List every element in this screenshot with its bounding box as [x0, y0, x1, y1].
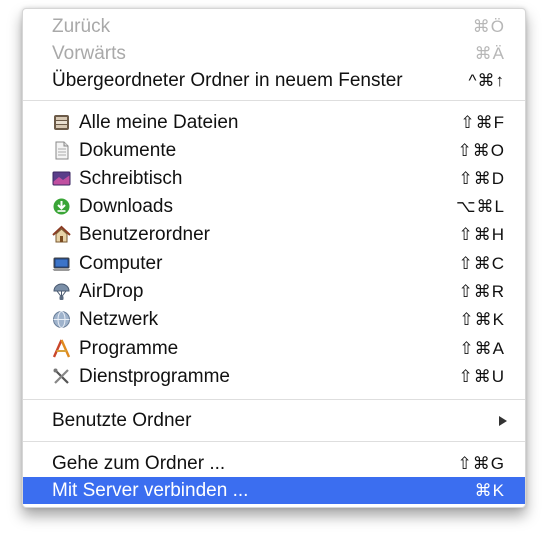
computer-icon	[52, 254, 71, 273]
menu-item-label: Zurück	[52, 15, 111, 37]
go-menu: Zurück ⌘Ö Vorwärts ⌘Ä Übergeordneter Ord…	[22, 8, 526, 508]
menu-item-airdrop[interactable]: AirDrop ⇧⌘R	[23, 278, 525, 305]
menu-item-recent-folders[interactable]: Benutzte Ordner	[23, 407, 525, 434]
menu-item-home[interactable]: Benutzerordner ⇧⌘H	[23, 221, 525, 248]
menu-item-desktop[interactable]: Schreibtisch ⇧⌘D	[23, 165, 525, 192]
menu-item-label: Netzwerk	[79, 308, 159, 330]
submenu-arrow-icon	[499, 416, 507, 426]
menu-item-all-files[interactable]: Alle meine Dateien ⇧⌘F	[23, 109, 525, 136]
menu-item-label: AirDrop	[79, 280, 144, 302]
menu-item-forward: Vorwärts ⌘Ä	[23, 40, 525, 67]
menu-item-shortcut: ⇧⌘R	[458, 281, 505, 301]
menu-item-label: Benutzerordner	[79, 223, 210, 245]
menu-item-parent-folder[interactable]: Übergeordneter Ordner in neuem Fenster ^…	[23, 67, 525, 94]
menu-item-shortcut: ⇧⌘A	[459, 338, 505, 358]
separator	[23, 399, 525, 400]
desktop-icon	[52, 169, 71, 188]
menu-item-label: Dienstprogramme	[79, 365, 230, 387]
documents-icon	[52, 141, 71, 160]
menu-item-back: Zurück ⌘Ö	[23, 13, 525, 40]
menu-item-shortcut: ⌘Ö	[472, 16, 505, 36]
menu-item-documents[interactable]: Dokumente ⇧⌘O	[23, 137, 525, 164]
menu-item-shortcut: ⇧⌘F	[460, 112, 505, 132]
menu-item-shortcut: ⇧⌘O	[457, 140, 505, 160]
menu-item-label: Alle meine Dateien	[79, 111, 239, 133]
menu-item-shortcut: ⇧⌘H	[458, 224, 505, 244]
menu-item-label: Schreibtisch	[79, 167, 183, 189]
downloads-icon	[52, 197, 71, 216]
separator	[23, 100, 525, 101]
menu-item-shortcut: ⌥⌘L	[455, 196, 505, 216]
menu-item-label: Downloads	[79, 195, 173, 217]
all-files-icon	[52, 113, 71, 132]
menu-item-go-to-folder[interactable]: Gehe zum Ordner ... ⇧⌘G	[23, 450, 525, 477]
menu-item-shortcut: ⇧⌘D	[458, 168, 505, 188]
menu-item-label: Programme	[79, 337, 179, 359]
menu-item-shortcut: ⌘Ä	[474, 43, 505, 63]
home-icon	[52, 225, 71, 244]
applications-icon	[52, 339, 71, 358]
menu-item-shortcut: ⇧⌘K	[459, 309, 505, 329]
network-icon	[52, 310, 71, 329]
menu-item-label: Benutzte Ordner	[52, 409, 192, 431]
menu-item-connect-server[interactable]: Mit Server verbinden ... ⌘K	[23, 477, 525, 504]
menu-item-shortcut: ⇧⌘G	[457, 453, 505, 473]
menu-item-applications[interactable]: Programme ⇧⌘A	[23, 335, 525, 362]
utilities-icon	[52, 367, 71, 386]
menu-item-label: Übergeordneter Ordner in neuem Fenster	[52, 69, 403, 91]
menu-item-label: Mit Server verbinden ...	[52, 479, 249, 501]
separator	[23, 441, 525, 442]
menu-item-label: Vorwärts	[52, 42, 126, 64]
menu-item-label: Computer	[79, 252, 163, 274]
menu-item-downloads[interactable]: Downloads ⌥⌘L	[23, 193, 525, 220]
menu-item-utilities[interactable]: Dienstprogramme ⇧⌘U	[23, 363, 525, 390]
menu-item-shortcut: ^⌘↑	[468, 70, 505, 90]
airdrop-icon	[52, 282, 71, 301]
menu-item-label: Dokumente	[79, 139, 177, 161]
menu-item-network[interactable]: Netzwerk ⇧⌘K	[23, 306, 525, 333]
menu-item-shortcut: ⇧⌘U	[458, 366, 505, 386]
menu-item-shortcut: ⌘K	[474, 480, 505, 500]
menu-item-computer[interactable]: Computer ⇧⌘C	[23, 250, 525, 277]
menu-item-shortcut: ⇧⌘C	[458, 253, 505, 273]
menu-item-label: Gehe zum Ordner ...	[52, 452, 226, 474]
